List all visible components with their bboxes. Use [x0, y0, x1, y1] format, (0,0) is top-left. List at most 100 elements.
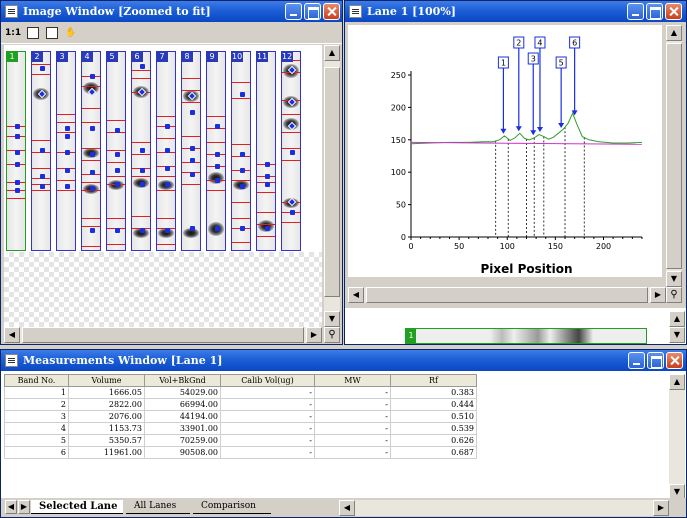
band-center-marker[interactable]	[90, 170, 95, 175]
band-center-marker[interactable]	[40, 66, 45, 71]
lane-strip-view[interactable]: 1 ▲ ▼	[345, 306, 686, 344]
column-header[interactable]: Calib Vol(ug)	[220, 374, 315, 387]
band-center-marker[interactable]	[15, 188, 20, 193]
band-boundary-line[interactable]	[57, 180, 75, 181]
table-cell[interactable]: 70259.00	[144, 434, 221, 447]
column-header[interactable]: Band No.	[4, 374, 69, 387]
measurements-window-titlebar[interactable]: Measurements Window [Lane 1]	[1, 350, 686, 371]
table-cell[interactable]: -	[220, 386, 315, 399]
band-boundary-line[interactable]	[82, 246, 100, 247]
band-boundary-line[interactable]	[182, 78, 200, 79]
band-center-marker[interactable]	[290, 150, 295, 155]
measurements-window[interactable]: Measurements Window [Lane 1] Band No. Vol…	[0, 349, 687, 518]
band-boundary-line[interactable]	[107, 218, 125, 219]
table-cell[interactable]: -	[220, 446, 315, 459]
table-cell[interactable]: 0.444	[390, 398, 477, 411]
band-center-marker[interactable]	[65, 134, 70, 139]
band-boundary-line[interactable]	[32, 74, 50, 75]
scroll-thumb[interactable]	[666, 43, 682, 269]
band-center-marker[interactable]	[265, 226, 270, 231]
table-cell[interactable]: 0.383	[390, 386, 477, 399]
gel-lane[interactable]: 2	[31, 51, 51, 251]
table-row[interactable]: 1 1666.05 54029.00- -0.383	[4, 386, 477, 399]
zoom-magnifier-icon[interactable]: ⚲	[666, 287, 682, 303]
band-center-marker[interactable]	[165, 166, 170, 171]
band-boundary-line[interactable]	[82, 226, 100, 227]
table-cell[interactable]: 33901.00	[144, 422, 221, 435]
band-boundary-line[interactable]	[32, 140, 50, 141]
band-center-marker[interactable]	[15, 162, 20, 167]
image-horizontal-scrollbar[interactable]: ◀ ▶	[4, 327, 322, 343]
lane-window[interactable]: Lane 1 [100%] 0 50 100 150 200 250 0 50 100 150 20…	[344, 0, 687, 345]
band-boundary-line[interactable]	[107, 150, 125, 151]
band-center-marker[interactable]	[190, 146, 195, 151]
table-row[interactable]: 4 1153.73 33901.00- -0.539	[4, 422, 477, 435]
band-boundary-line[interactable]	[282, 114, 300, 115]
band-center-marker[interactable]	[40, 184, 45, 189]
band-center-marker[interactable]	[240, 152, 245, 157]
tab-selected-lane[interactable]: Selected Lane	[31, 500, 123, 514]
band-center-marker[interactable]	[215, 178, 220, 183]
band-center-marker[interactable]	[115, 228, 120, 233]
tab-all-lanes[interactable]: All Lanes	[126, 500, 190, 514]
minimize-button[interactable]	[628, 352, 645, 369]
gel-lane[interactable]: 10	[231, 51, 251, 251]
band-boundary-line[interactable]	[107, 176, 125, 177]
table-cell[interactable]: 90508.00	[144, 446, 221, 459]
band-boundary-line[interactable]	[282, 222, 300, 223]
table-cell[interactable]: 0.626	[390, 434, 477, 447]
scroll-thumb[interactable]	[22, 327, 304, 343]
band-boundary-line[interactable]	[232, 180, 250, 181]
tab-scroll-left-arrow[interactable]: ◀	[5, 500, 17, 514]
band-boundary-line[interactable]	[282, 132, 300, 133]
band-center-marker[interactable]	[115, 152, 120, 157]
scroll-thumb[interactable]	[324, 67, 340, 297]
table-cell[interactable]: 2	[4, 398, 69, 411]
table-cell[interactable]: 54029.00	[144, 386, 221, 399]
scroll-up-arrow[interactable]: ▲	[324, 45, 340, 61]
zoom-one-to-one-button[interactable]: 1:1	[5, 25, 21, 41]
band-boundary-line[interactable]	[157, 138, 175, 139]
band-center-marker[interactable]	[165, 182, 170, 187]
table-cell[interactable]: 5	[4, 434, 69, 447]
band-boundary-line[interactable]	[207, 116, 225, 117]
band-boundary-line[interactable]	[132, 78, 150, 79]
table-cell[interactable]: 11961.00	[68, 446, 145, 459]
table-cell[interactable]: 6	[4, 446, 69, 459]
band-boundary-line[interactable]	[257, 236, 275, 237]
band-center-marker[interactable]	[90, 126, 95, 131]
band-boundary-line[interactable]	[207, 190, 225, 191]
scroll-down-arrow[interactable]: ▼	[324, 311, 340, 327]
table-vertical-scrollbar[interactable]: ▲ ▼	[669, 374, 685, 500]
table-cell[interactable]: -	[314, 434, 391, 447]
close-button[interactable]	[323, 3, 340, 20]
band-center-marker[interactable]	[15, 134, 20, 139]
band-boundary-line[interactable]	[182, 184, 200, 185]
band-boundary-line[interactable]	[57, 114, 75, 115]
scroll-thumb[interactable]	[366, 287, 648, 303]
window-icon[interactable]	[349, 5, 362, 18]
maximize-button[interactable]	[647, 352, 664, 369]
band-boundary-line[interactable]	[57, 122, 75, 123]
close-button[interactable]	[665, 3, 682, 20]
band-center-marker[interactable]	[290, 210, 295, 215]
band-boundary-line[interactable]	[157, 176, 175, 177]
band-boundary-line[interactable]	[107, 162, 125, 163]
band-center-marker[interactable]	[15, 124, 20, 129]
table-cell[interactable]: 2076.00	[68, 410, 145, 423]
table-cell[interactable]: 0.539	[390, 422, 477, 435]
tab-comparison[interactable]: Comparison	[193, 500, 271, 514]
table-cell[interactable]: -	[220, 410, 315, 423]
table-cell[interactable]: 3	[4, 410, 69, 423]
band-boundary-line[interactable]	[182, 136, 200, 137]
table-cell[interactable]: -	[220, 398, 315, 411]
band-center-marker[interactable]	[65, 184, 70, 189]
strip-scroll-down-arrow[interactable]: ▼	[669, 327, 685, 343]
image-window-titlebar[interactable]: Image Window [Zoomed to fit]	[1, 1, 342, 22]
close-button[interactable]	[666, 352, 683, 369]
scroll-down-arrow[interactable]: ▼	[666, 271, 682, 287]
band-boundary-line[interactable]	[57, 190, 75, 191]
band-boundary-line[interactable]	[82, 148, 100, 149]
gel-lane[interactable]: 5	[106, 51, 126, 251]
scroll-right-arrow[interactable]: ▶	[650, 287, 666, 303]
